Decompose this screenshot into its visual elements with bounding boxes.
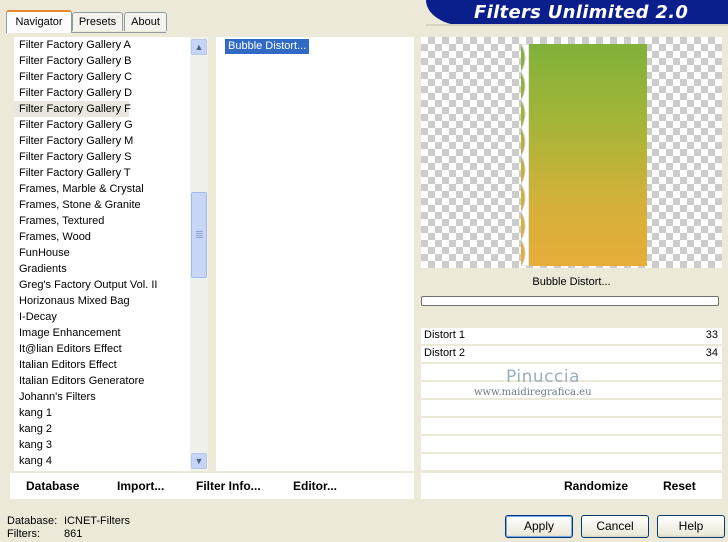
param-row-empty: [421, 400, 722, 416]
header-divider: [426, 24, 728, 26]
randomize-button[interactable]: Randomize: [564, 479, 628, 493]
reset-button[interactable]: Reset: [663, 479, 696, 493]
bubble-edge: [520, 44, 529, 266]
param-row-empty: [421, 454, 722, 470]
param-row-empty: [421, 436, 722, 452]
cancel-button[interactable]: Cancel: [581, 515, 649, 538]
category-item[interactable]: Italian Editors Generatore: [14, 373, 190, 389]
category-item[interactable]: Filter Factory Gallery A: [14, 37, 190, 53]
tab-navigator[interactable]: Navigator: [6, 10, 72, 33]
category-item[interactable]: Frames, Textured: [14, 213, 190, 229]
tab-about[interactable]: About: [124, 12, 167, 31]
category-item[interactable]: kang 3: [14, 437, 190, 453]
preview-filter-name: Bubble Distort...: [532, 276, 611, 288]
category-list[interactable]: Filter Factory Gallery A Filter Factory G…: [14, 37, 190, 471]
category-item[interactable]: Horizonaus Mixed Bag: [14, 293, 190, 309]
scroll-thumb[interactable]: [191, 192, 207, 278]
filters-count-label: Filters:: [7, 528, 40, 540]
param-value: 33: [705, 329, 718, 341]
category-item[interactable]: kang 1: [14, 405, 190, 421]
app-title: Filters Unlimited 2.0: [474, 2, 689, 23]
category-item[interactable]: Filter Factory Gallery S: [14, 149, 190, 165]
scroll-up-button[interactable]: ▲: [191, 39, 207, 55]
category-item[interactable]: Filter Factory Gallery M: [14, 133, 190, 149]
param-row-distort-2[interactable]: Distort 2 34: [421, 346, 722, 362]
progress-bar: [421, 296, 719, 306]
scroll-grip-line: [196, 235, 203, 236]
watermark-name: Pinuccia: [506, 367, 580, 387]
category-item[interactable]: Johann's Filters: [14, 389, 190, 405]
category-item[interactable]: It@lian Editors Effect: [14, 341, 190, 357]
category-item[interactable]: I-Decay: [14, 309, 190, 325]
param-row-empty: [421, 418, 722, 434]
filters-count-value: 861: [64, 528, 83, 540]
category-item[interactable]: Frames, Stone & Granite: [14, 197, 190, 213]
category-item[interactable]: Greg's Factory Output Vol. II: [14, 277, 190, 293]
scroll-grip-line: [196, 237, 203, 238]
category-item[interactable]: Frames, Marble & Crystal: [14, 181, 190, 197]
category-item[interactable]: Filter Factory Gallery F: [14, 101, 131, 117]
category-item[interactable]: kang 2: [14, 421, 190, 437]
database-label: Database:: [7, 515, 58, 527]
editor-button[interactable]: Editor...: [293, 479, 337, 493]
category-item[interactable]: Filter Factory Gallery C: [14, 69, 190, 85]
filter-item-bubble-distort[interactable]: Bubble Distort...: [225, 39, 310, 54]
import-button[interactable]: Import...: [117, 479, 164, 493]
param-row-distort-1[interactable]: Distort 1 33: [421, 328, 722, 344]
category-item[interactable]: Image Enhancement: [14, 325, 190, 341]
filter-list[interactable]: Bubble Distort...: [216, 37, 414, 471]
category-item[interactable]: FunHouse: [14, 245, 190, 261]
watermark-url: www.maidiregrafica.eu: [474, 387, 592, 398]
category-item[interactable]: Filter Factory Gallery D: [14, 85, 190, 101]
param-label: Distort 2: [424, 347, 465, 359]
database-button[interactable]: Database: [26, 479, 79, 493]
apply-button[interactable]: Apply: [505, 515, 573, 538]
scroll-down-button[interactable]: ▼: [191, 453, 207, 469]
scroll-grip-line: [196, 233, 203, 234]
param-label: Distort 1: [424, 329, 465, 341]
category-item[interactable]: Italian Editors Effect: [14, 357, 190, 373]
preview-canvas: [421, 37, 722, 268]
tab-presets[interactable]: Presets: [72, 12, 123, 31]
scroll-grip-line: [196, 231, 203, 232]
category-item[interactable]: kang 4: [14, 453, 190, 469]
category-item[interactable]: Frames, Wood: [14, 229, 190, 245]
filter-info-button[interactable]: Filter Info...: [196, 479, 261, 493]
category-item[interactable]: Filter Factory Gallery G: [14, 117, 190, 133]
category-item[interactable]: Filter Factory Gallery T: [14, 165, 190, 181]
param-value: 34: [705, 347, 718, 359]
help-button[interactable]: Help: [657, 515, 725, 538]
preview-image: [521, 44, 647, 266]
database-value: ICNET-Filters: [64, 515, 130, 527]
category-item[interactable]: Gradients: [14, 261, 190, 277]
category-scrollbar[interactable]: ▲ ▼: [190, 37, 208, 471]
category-item[interactable]: Filter Factory Gallery B: [14, 53, 190, 69]
